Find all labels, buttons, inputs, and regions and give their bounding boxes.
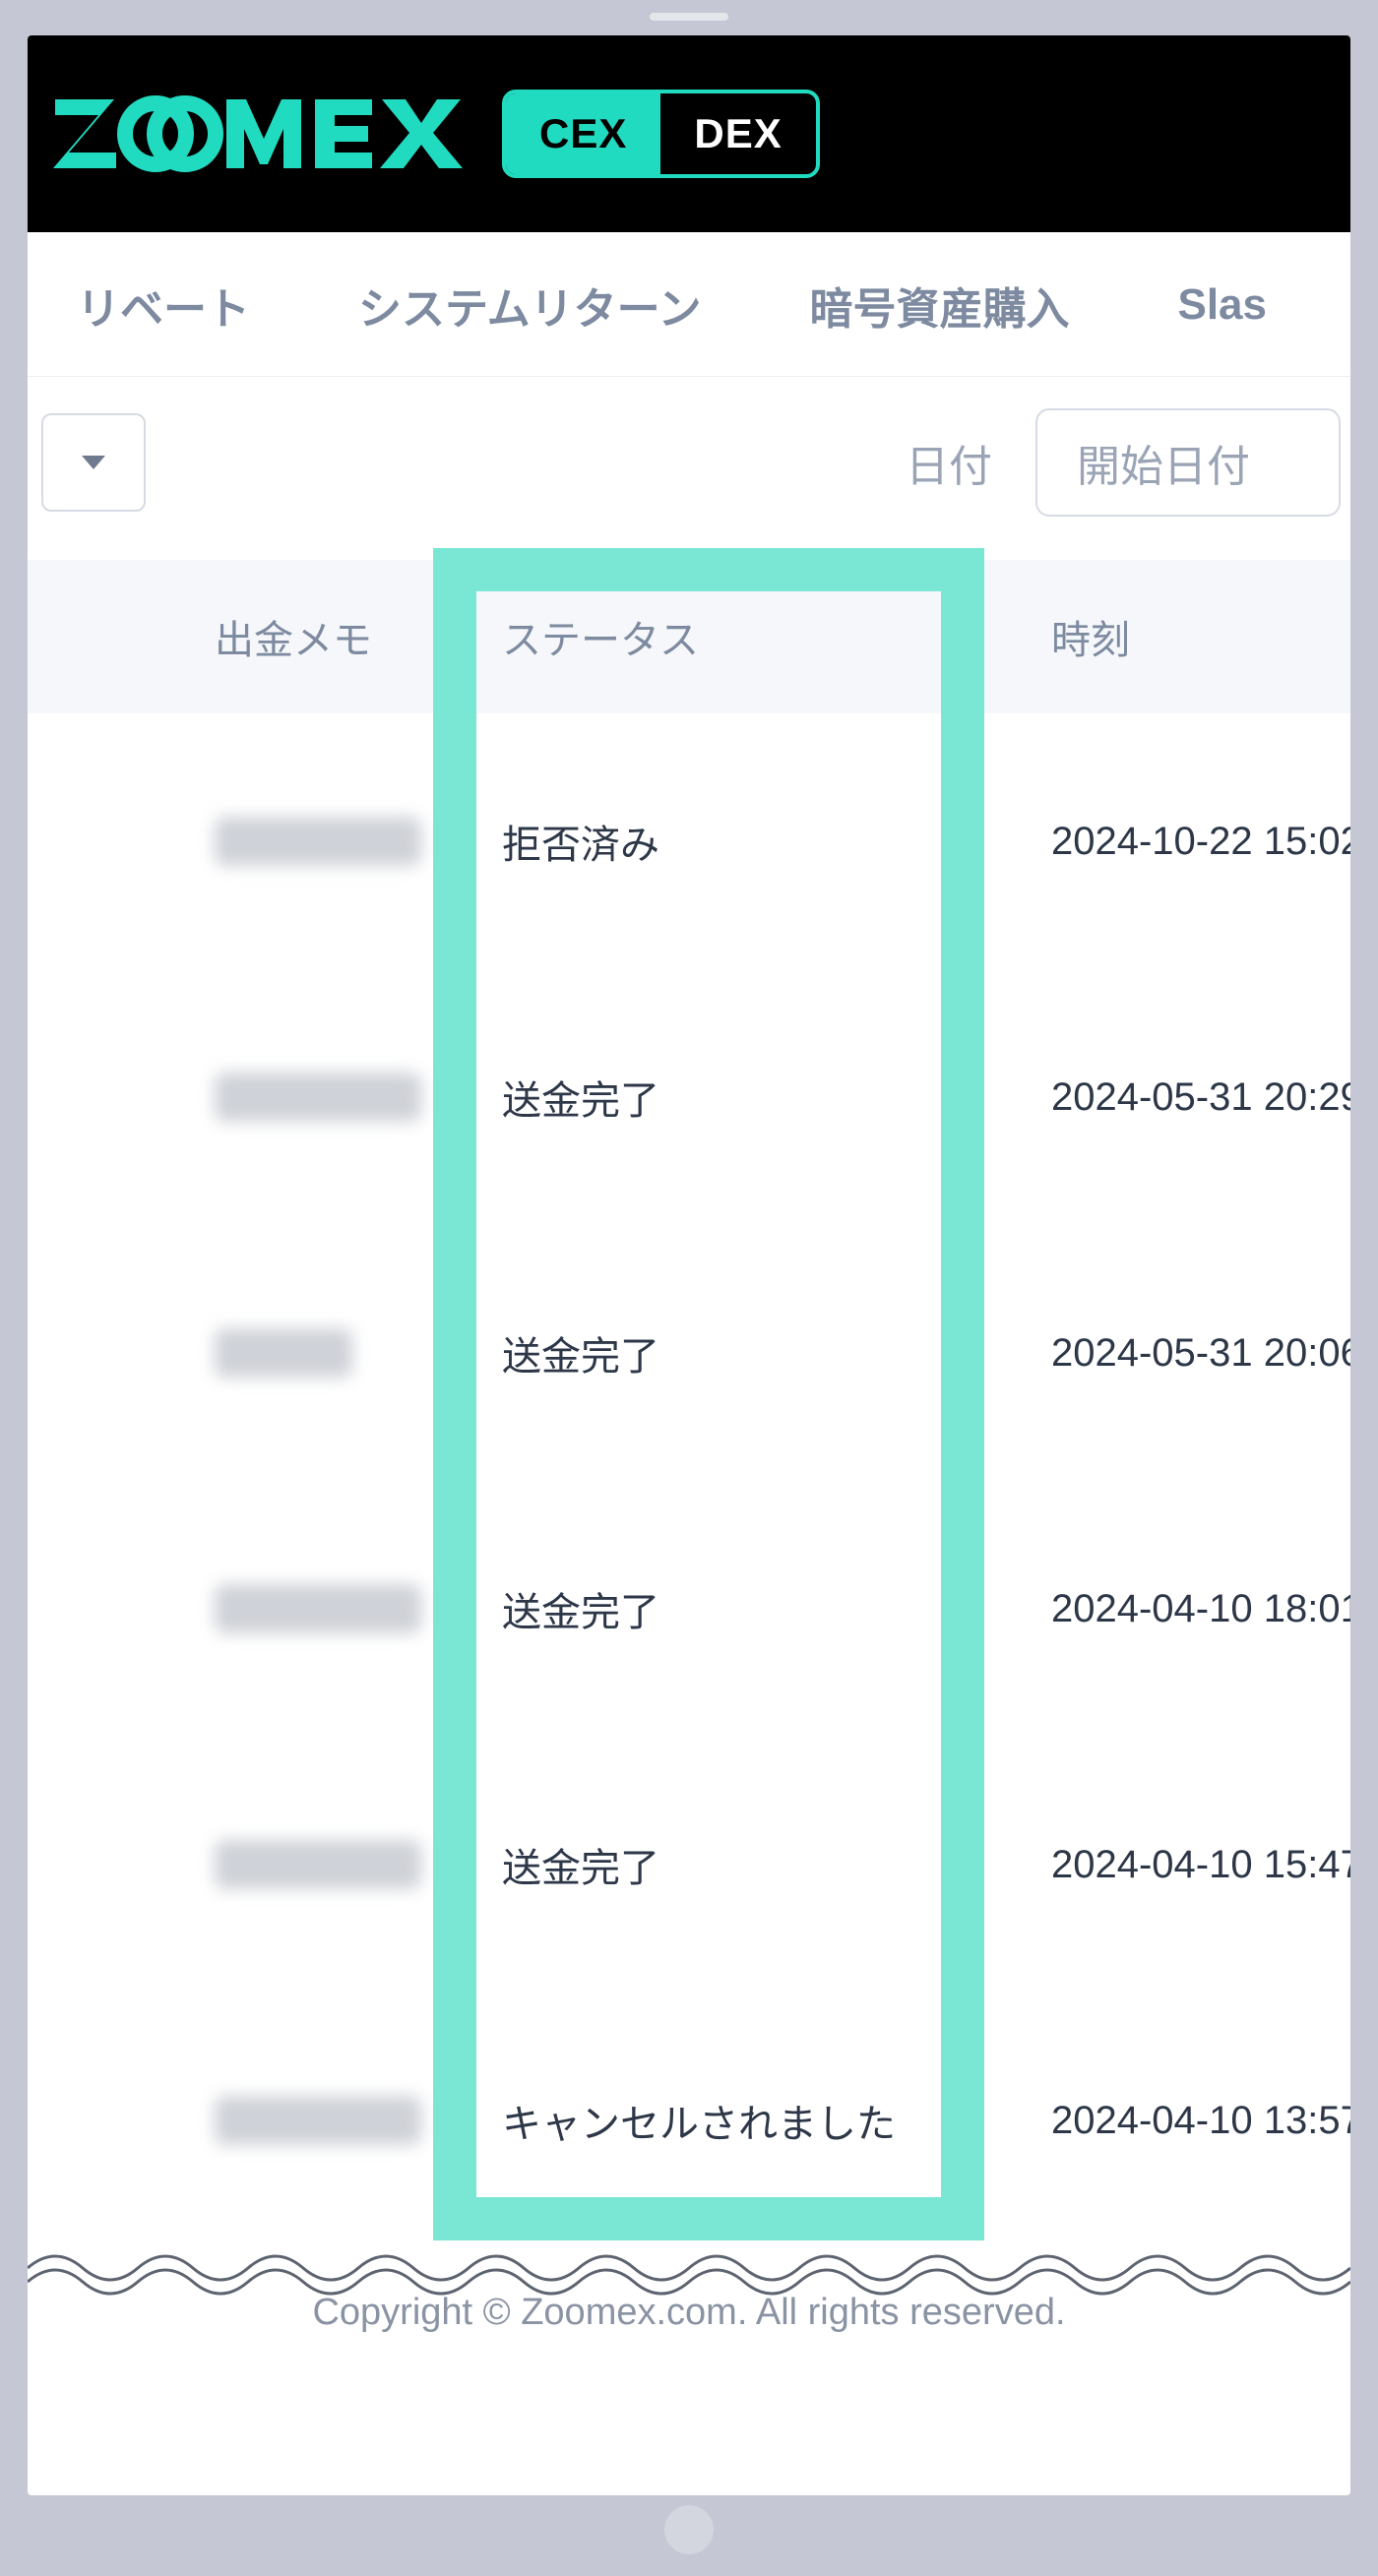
tab-system-return[interactable]: システムリターン xyxy=(358,274,701,337)
history-table: 出金メモ ステータス 時刻 拒否済み2024-10-22 15:02:送金完了2… xyxy=(28,560,1350,2248)
date-label: 日付 xyxy=(906,431,992,494)
cell-memo xyxy=(28,817,461,866)
cex-dex-toggle: CEX DEX xyxy=(502,90,820,178)
table-row[interactable]: キャンセルされました2024-04-10 13:57: xyxy=(28,1993,1350,2248)
cell-memo xyxy=(28,1328,461,1378)
home-button[interactable] xyxy=(664,2505,714,2554)
th-time: 時刻 xyxy=(972,608,1350,665)
top-bar: CEX DEX xyxy=(28,35,1350,232)
cell-status: 送金完了 xyxy=(461,1069,972,1126)
category-tabs: リベート システムリターン 暗号資産購入 Slas xyxy=(28,232,1350,377)
memo-blurred xyxy=(215,817,421,866)
brand-logo[interactable] xyxy=(53,35,467,232)
cell-status: 送金完了 xyxy=(461,1580,972,1637)
cell-time: 2024-05-31 20:06: xyxy=(972,1331,1350,1376)
table-row[interactable]: 拒否済み2024-10-22 15:02: xyxy=(28,713,1350,969)
memo-blurred xyxy=(215,1584,421,1633)
table-row[interactable]: 送金完了2024-04-10 15:47: xyxy=(28,1737,1350,1993)
th-status: ステータス xyxy=(461,608,972,665)
cell-memo xyxy=(28,1584,461,1633)
table-row[interactable]: 送金完了2024-05-31 20:06: xyxy=(28,1225,1350,1481)
cell-status: 送金完了 xyxy=(461,1324,972,1381)
device-frame: CEX DEX リベート システムリターン 暗号資産購入 Slas 日付 開始日… xyxy=(0,0,1378,2576)
cell-memo xyxy=(28,2096,461,2145)
start-date-placeholder: 開始日付 xyxy=(1077,431,1250,494)
cell-status: 送金完了 xyxy=(461,1836,972,1893)
memo-blurred xyxy=(215,1073,421,1122)
tab-slash[interactable]: Slas xyxy=(1177,280,1267,330)
table-row[interactable]: 送金完了2024-04-10 18:01: xyxy=(28,1481,1350,1737)
table-row[interactable]: 送金完了2024-05-31 20:29: xyxy=(28,969,1350,1225)
filter-row: 日付 開始日付 xyxy=(28,377,1350,560)
start-date-input[interactable]: 開始日付 xyxy=(1035,408,1341,517)
footer-copyright: Copyright © Zoomex.com. All rights reser… xyxy=(28,2292,1350,2373)
speaker-slot xyxy=(650,13,728,21)
cell-time: 2024-05-31 20:29: xyxy=(972,1075,1350,1120)
tab-crypto-purchase[interactable]: 暗号資産購入 xyxy=(809,274,1069,337)
torn-edge xyxy=(28,2239,1350,2298)
tab-rebate[interactable]: リベート xyxy=(77,274,250,337)
table-header-row: 出金メモ ステータス 時刻 xyxy=(28,560,1350,713)
cell-time: 2024-04-10 18:01: xyxy=(972,1587,1350,1631)
cex-tab[interactable]: CEX xyxy=(506,93,660,174)
cell-status: キャンセルされました xyxy=(461,2092,972,2149)
dex-tab[interactable]: DEX xyxy=(660,93,815,174)
app-screen: CEX DEX リベート システムリターン 暗号資産購入 Slas 日付 開始日… xyxy=(28,35,1350,2495)
memo-blurred xyxy=(215,1840,421,1889)
chevron-down-icon xyxy=(82,456,105,469)
cell-memo xyxy=(28,1840,461,1889)
memo-blurred xyxy=(215,2096,421,2145)
cell-time: 2024-10-22 15:02: xyxy=(972,820,1350,864)
th-memo: 出金メモ xyxy=(28,608,461,665)
cell-memo xyxy=(28,1073,461,1122)
memo-blurred xyxy=(215,1328,352,1378)
cell-time: 2024-04-10 15:47: xyxy=(972,1843,1350,1887)
filter-dropdown[interactable] xyxy=(41,413,146,512)
cell-status: 拒否済み xyxy=(461,813,972,870)
cell-time: 2024-04-10 13:57: xyxy=(972,2099,1350,2143)
table-body: 拒否済み2024-10-22 15:02:送金完了2024-05-31 20:2… xyxy=(28,713,1350,2248)
